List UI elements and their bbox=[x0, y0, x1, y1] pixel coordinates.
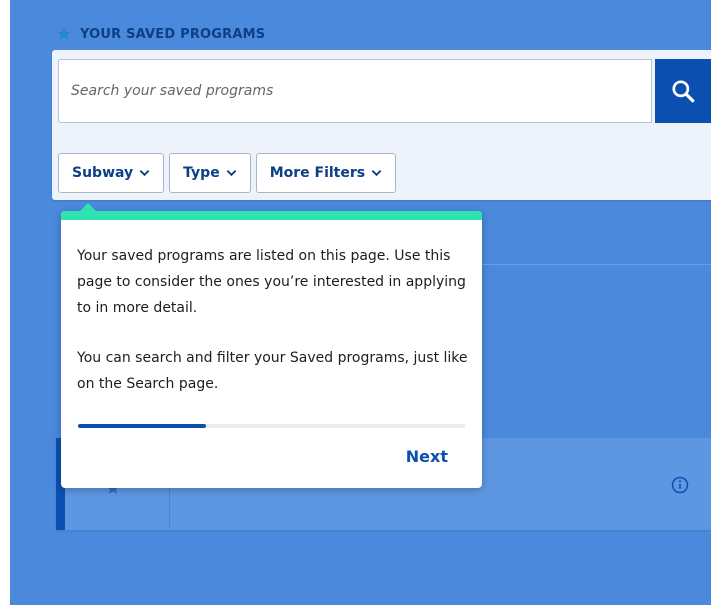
next-button[interactable]: Next bbox=[406, 447, 448, 466]
chevron-down-icon bbox=[226, 170, 236, 177]
tooltip-body: Your saved programs are listed on this p… bbox=[77, 243, 469, 397]
filter-more-label: More Filters bbox=[269, 165, 366, 181]
tooltip-paragraph: Your saved programs are listed on this p… bbox=[77, 248, 466, 316]
onboarding-tooltip: Your saved programs are listed on this p… bbox=[61, 203, 482, 488]
divider bbox=[480, 264, 711, 265]
chevron-down-icon bbox=[371, 170, 382, 177]
saved-programs-page: YOUR SAVED PROGRAMS Subway Type More Fil… bbox=[10, 0, 711, 605]
filter-more-button[interactable]: More Filters bbox=[255, 153, 397, 193]
search-input[interactable] bbox=[58, 59, 652, 123]
filter-type-button[interactable]: Type bbox=[169, 153, 251, 193]
tooltip-paragraph: You can search and filter your Saved pro… bbox=[77, 350, 468, 392]
search-button[interactable] bbox=[655, 59, 711, 123]
tooltip-progress bbox=[78, 424, 465, 428]
search-panel: Subway Type More Filters bbox=[52, 50, 711, 200]
section-heading: YOUR SAVED PROGRAMS bbox=[56, 26, 265, 42]
chevron-down-icon bbox=[139, 170, 150, 177]
star-icon bbox=[57, 27, 71, 40]
tooltip-accent-bar bbox=[61, 211, 482, 220]
filter-subway-label: Subway bbox=[72, 165, 134, 181]
info-icon[interactable] bbox=[671, 476, 689, 494]
search-icon bbox=[672, 80, 695, 103]
filter-type-label: Type bbox=[183, 165, 220, 181]
filter-subway-button[interactable]: Subway bbox=[58, 153, 165, 193]
filter-bar: Subway Type More Filters bbox=[58, 153, 397, 193]
heading-label: YOUR SAVED PROGRAMS bbox=[80, 26, 266, 42]
tooltip-progress-fill bbox=[78, 424, 206, 428]
